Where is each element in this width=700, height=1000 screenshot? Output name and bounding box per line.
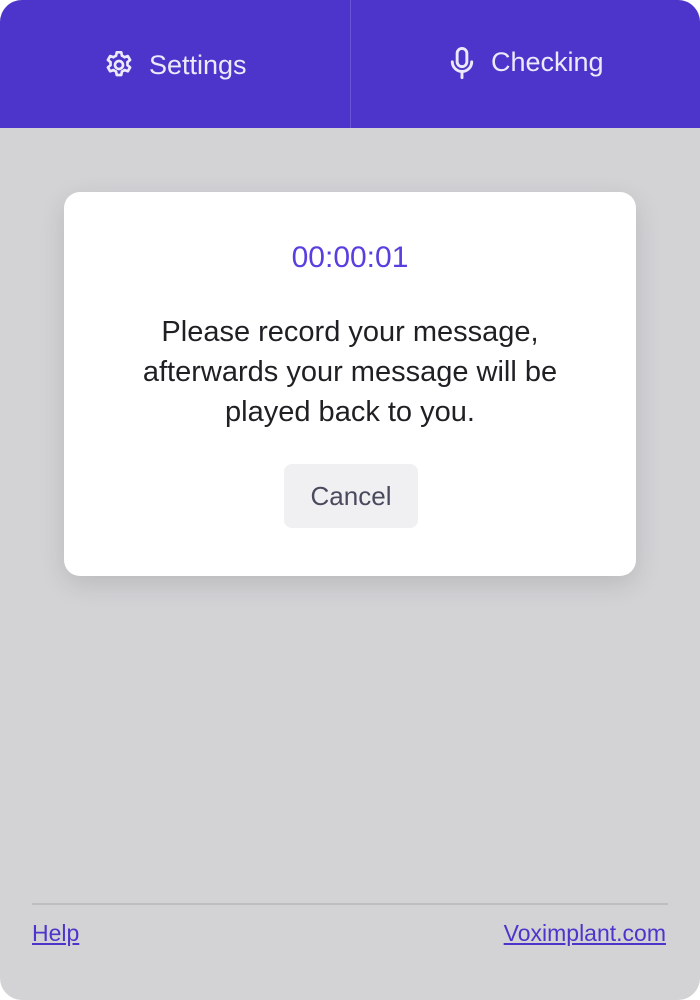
tab-checking-label: Checking — [490, 47, 604, 77]
tab-settings-label: Settings — [148, 49, 247, 80]
tab-settings[interactable]: Settings — [0, 0, 350, 128]
help-link[interactable]: Help — [32, 920, 79, 947]
tab-checking[interactable]: Checking — [351, 0, 700, 128]
app-window: Settings Checking 00:00:01 Please record… — [0, 0, 700, 1000]
footer-divider — [32, 903, 668, 905]
voximplant-link[interactable]: Voximplant.com — [504, 920, 666, 947]
top-tab-bar: Settings Checking — [0, 0, 700, 128]
recording-dialog: 00:00:01 Please record your message, aft… — [64, 192, 636, 576]
recording-timer: 00:00:01 — [291, 241, 409, 274]
recording-message: Please record your message, afterwards y… — [142, 316, 558, 428]
gear-icon — [103, 49, 135, 81]
cancel-button[interactable]: Cancel — [284, 464, 418, 528]
microphone-icon — [447, 46, 477, 80]
